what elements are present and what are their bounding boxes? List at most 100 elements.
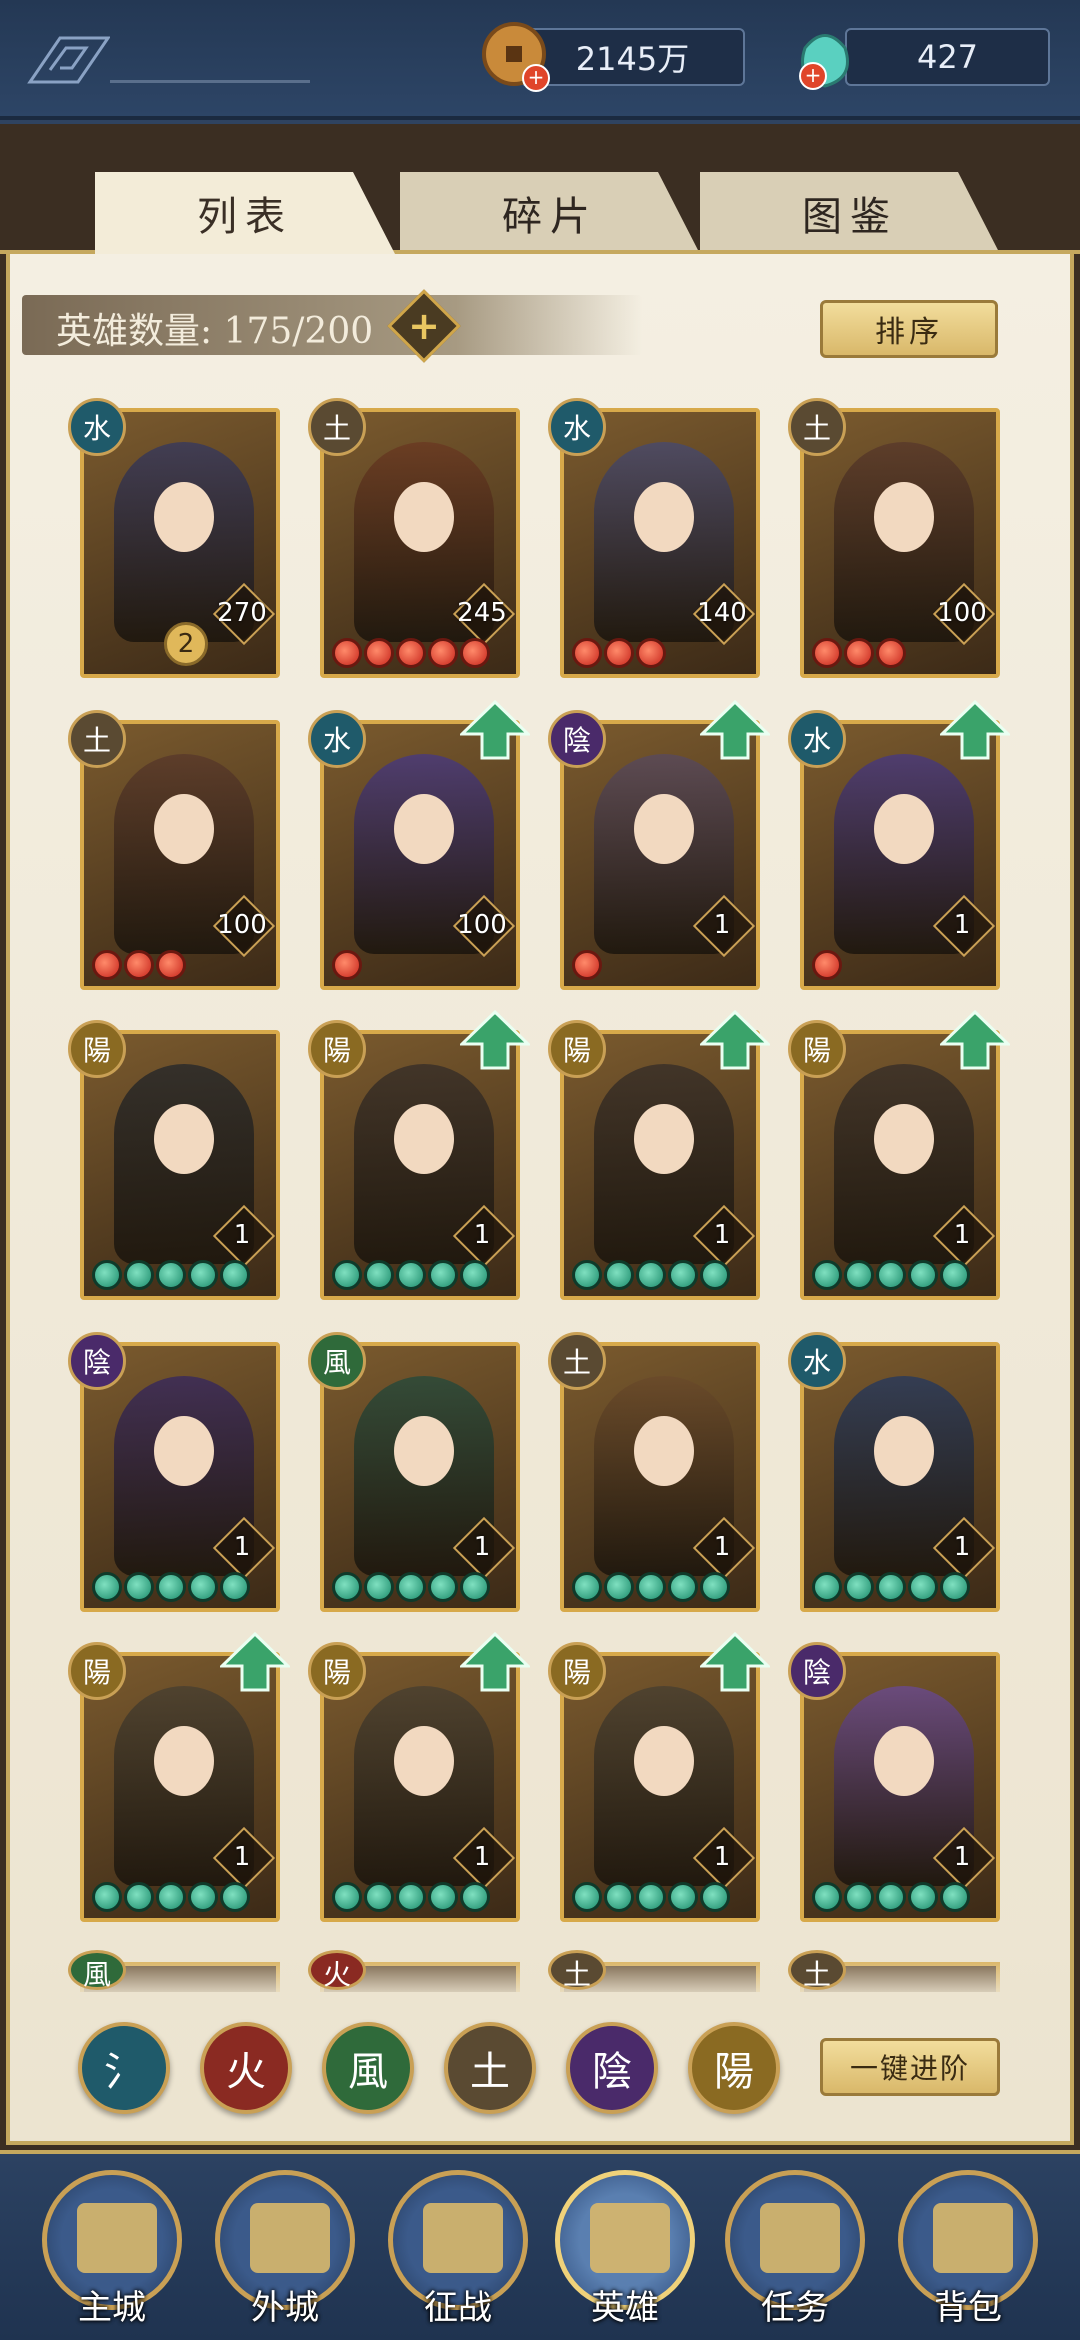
star-icon [188, 1260, 218, 1290]
hero-level: 1 [953, 910, 971, 940]
hero-face [634, 1726, 694, 1796]
nav-glyph-icon [250, 2203, 330, 2273]
star-icon [92, 1882, 122, 1912]
element-badge-icon: 水 [788, 1332, 846, 1390]
star-row [92, 1572, 250, 1602]
upgrade-arrow-icon [460, 1632, 530, 1692]
hero-face [874, 1416, 934, 1486]
nav-label: 主城 [78, 2288, 146, 2328]
star-row [572, 950, 602, 980]
menu-icon[interactable] [20, 34, 110, 86]
nav-label: 背包 [934, 2288, 1002, 2328]
star-icon [876, 1882, 906, 1912]
hero-face [154, 1416, 214, 1486]
upgrade-arrow-icon [460, 700, 530, 760]
nav-item[interactable]: 任务 [725, 2170, 865, 2330]
star-icon [460, 638, 490, 668]
star-icon [188, 1882, 218, 1912]
star-icon [636, 1882, 666, 1912]
star-icon [156, 1882, 186, 1912]
element-badge-icon: 陽 [308, 1020, 366, 1078]
star-icon [460, 1882, 490, 1912]
star-row [572, 1882, 730, 1912]
tab-collection[interactable]: 图鉴 [700, 172, 1000, 254]
element-badge-icon: 陽 [68, 1642, 126, 1700]
hero-level: 270 [217, 598, 267, 628]
star-icon [700, 1260, 730, 1290]
star-icon [908, 1882, 938, 1912]
jade-pouch-icon[interactable]: + [785, 18, 865, 98]
nav-item[interactable]: 背包 [898, 2170, 1038, 2330]
star-icon [668, 1260, 698, 1290]
hero-level: 1 [233, 1220, 251, 1250]
nav-item[interactable]: 征战 [388, 2170, 528, 2330]
star-icon [812, 638, 842, 668]
star-icon [572, 1572, 602, 1602]
hero-face [154, 482, 214, 552]
star-icon [332, 1882, 362, 1912]
nav-item[interactable]: 主城 [42, 2170, 182, 2330]
tab-fragments[interactable]: 碎片 [400, 172, 700, 254]
star-icon [332, 638, 362, 668]
star-row [812, 638, 906, 668]
hero-face [634, 482, 694, 552]
hero-face [394, 794, 454, 864]
hero-face [394, 1416, 454, 1486]
element-badge-icon: 陽 [548, 1642, 606, 1700]
plus-icon: + [408, 304, 440, 348]
hero-face [634, 1416, 694, 1486]
star-row [332, 638, 490, 668]
element-badge-icon: 陰 [548, 710, 606, 768]
hero-level: 140 [697, 598, 747, 628]
hero-face [634, 1104, 694, 1174]
upgrade-arrow-icon [940, 1010, 1010, 1070]
hero-level: 100 [937, 598, 987, 628]
star-icon [876, 638, 906, 668]
star-icon [668, 1882, 698, 1912]
hero-face [394, 1726, 454, 1796]
hero-level: 1 [953, 1220, 971, 1250]
nav-item[interactable]: 外城 [215, 2170, 355, 2330]
star-row [92, 950, 186, 980]
filter-fire-icon[interactable]: 火 [200, 2022, 292, 2114]
filter-yang-icon[interactable]: 陽 [688, 2022, 780, 2114]
hero-level: 1 [713, 1532, 731, 1562]
nav-label: 英雄 [591, 2288, 659, 2328]
star-icon [812, 1260, 842, 1290]
star-icon [396, 638, 426, 668]
nav-glyph-icon [760, 2203, 840, 2273]
element-badge-icon: 陽 [788, 1020, 846, 1078]
star-row [332, 950, 362, 980]
filter-yin-icon[interactable]: 陰 [566, 2022, 658, 2114]
sort-button[interactable]: 排序 [820, 300, 998, 358]
rank-badge: 2 [164, 622, 208, 666]
filter-earth-icon[interactable]: 土 [444, 2022, 536, 2114]
star-icon [332, 1260, 362, 1290]
star-icon [364, 638, 394, 668]
star-row [572, 638, 666, 668]
star-row [332, 1260, 490, 1290]
svg-text:+: + [805, 63, 822, 87]
filter-wind-icon[interactable]: 風 [322, 2022, 414, 2114]
star-icon [572, 950, 602, 980]
star-icon [92, 950, 122, 980]
element-badge-icon: 陽 [68, 1020, 126, 1078]
one-click-advance-button[interactable]: 一键进阶 [820, 2038, 1000, 2096]
element-badge-icon: 土 [548, 1950, 606, 1991]
element-badge-icon: 土 [788, 398, 846, 456]
star-icon [844, 1882, 874, 1912]
element-badge-icon: 風 [308, 1332, 366, 1390]
filter-water-icon[interactable]: 氵 [78, 2022, 170, 2114]
nav-item[interactable]: 英雄 [555, 2170, 695, 2330]
star-icon [940, 1572, 970, 1602]
hero-face [154, 794, 214, 864]
star-icon [604, 1572, 634, 1602]
element-badge-icon: 水 [68, 398, 126, 456]
star-icon [156, 950, 186, 980]
coin-icon[interactable]: + [478, 18, 558, 98]
star-icon [220, 1260, 250, 1290]
tab-list[interactable]: 列表 [95, 172, 395, 254]
star-icon [604, 1260, 634, 1290]
element-badge-icon: 陰 [788, 1642, 846, 1700]
star-icon [124, 950, 154, 980]
